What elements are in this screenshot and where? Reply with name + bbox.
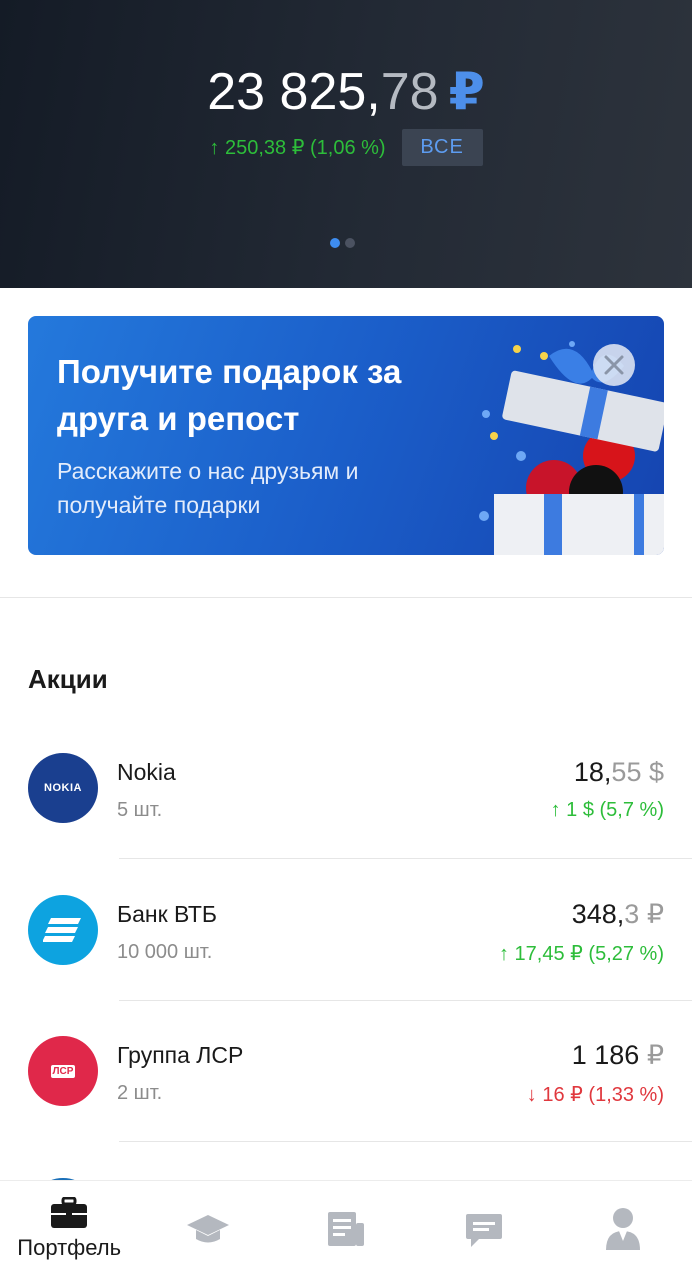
row-divider (119, 1000, 692, 1001)
stock-change: ↑ 1 $ (5,7 %) (550, 799, 664, 821)
row-divider (119, 858, 692, 859)
balance-change: ↑ 250,38 ₽ (1,06 %) (209, 137, 386, 159)
stock-name: Группа ЛСР (117, 1042, 244, 1068)
balance-decimal: 78 (380, 63, 439, 121)
profile-icon (605, 1208, 640, 1250)
nav-chat[interactable] (415, 1181, 553, 1280)
all-period-button[interactable]: ВСЕ (401, 129, 483, 166)
promo-banner[interactable]: Получите подарок за друга и репост Расск… (28, 316, 664, 555)
briefcase-icon (51, 1197, 88, 1228)
graduation-cap-icon (186, 1215, 229, 1243)
balance-change-row: ↑ 250,38 ₽ (1,06 %) ВСЕ (0, 129, 692, 166)
stock-quantity: 10 000 шт. (117, 941, 213, 963)
stock-quantity: 5 шт. (117, 799, 163, 821)
promo-title: Получите подарок за друга и репост (57, 353, 402, 437)
nav-education[interactable] (139, 1181, 277, 1280)
nokia-logo: NOKIA (28, 753, 98, 823)
chat-icon (466, 1214, 503, 1247)
stocks-section-title: Акции (28, 664, 108, 694)
promo-subtitle: Расскажите о нас друзьям и получайте под… (57, 458, 359, 518)
close-icon (604, 355, 624, 375)
lsr-logo: ЛСР (28, 1036, 98, 1106)
page-indicator (330, 238, 355, 248)
stock-row-lsr[interactable]: ЛСР Группа ЛСР 2 шт. 1 186 ₽ ↓ 16 ₽ (1,3… (0, 1036, 692, 1178)
stock-price: 1 186 ₽ (571, 1040, 664, 1070)
nav-portfolio[interactable]: Портфель (0, 1181, 138, 1280)
stock-quantity: 2 шт. (117, 1082, 163, 1104)
portfolio-balance: 23 825,78 ₽ (0, 62, 692, 122)
balance-integer: 23 825, (207, 63, 381, 121)
gift-illustration (479, 341, 664, 555)
promo-close-button[interactable] (593, 344, 635, 386)
nav-profile[interactable] (554, 1181, 692, 1280)
page-dot-active[interactable] (330, 238, 340, 248)
row-divider (119, 1141, 692, 1142)
stock-row-vtb[interactable]: Банк ВТБ 10 000 шт. 348,3 ₽ ↑ 17,45 ₽ (5… (0, 895, 692, 1037)
section-divider (0, 597, 692, 598)
vtb-logo (28, 895, 98, 965)
stock-price: 348,3 ₽ (571, 899, 664, 929)
stock-price: 18,55 $ (573, 757, 664, 787)
bottom-navigation: Портфель (0, 1180, 692, 1280)
balance-currency: ₽ (448, 63, 485, 121)
stock-name: Nokia (117, 759, 176, 785)
stock-change: ↑ 17,45 ₽ (5,27 %) (498, 943, 664, 965)
vtb-stripes-icon (43, 918, 81, 942)
nav-label: Портфель (17, 1235, 122, 1260)
portfolio-header: 23 825,78 ₽ ↑ 250,38 ₽ (1,06 %) ВСЕ (0, 0, 692, 288)
nav-news[interactable] (277, 1181, 415, 1280)
stock-name: Банк ВТБ (117, 901, 217, 927)
stock-row-nokia[interactable]: NOKIA Nokia 5 шт. 18,55 $ ↑ 1 $ (5,7 %) (0, 753, 692, 895)
stock-change: ↓ 16 ₽ (1,33 %) (526, 1084, 664, 1106)
page-dot[interactable] (345, 238, 355, 248)
news-icon (327, 1212, 364, 1246)
